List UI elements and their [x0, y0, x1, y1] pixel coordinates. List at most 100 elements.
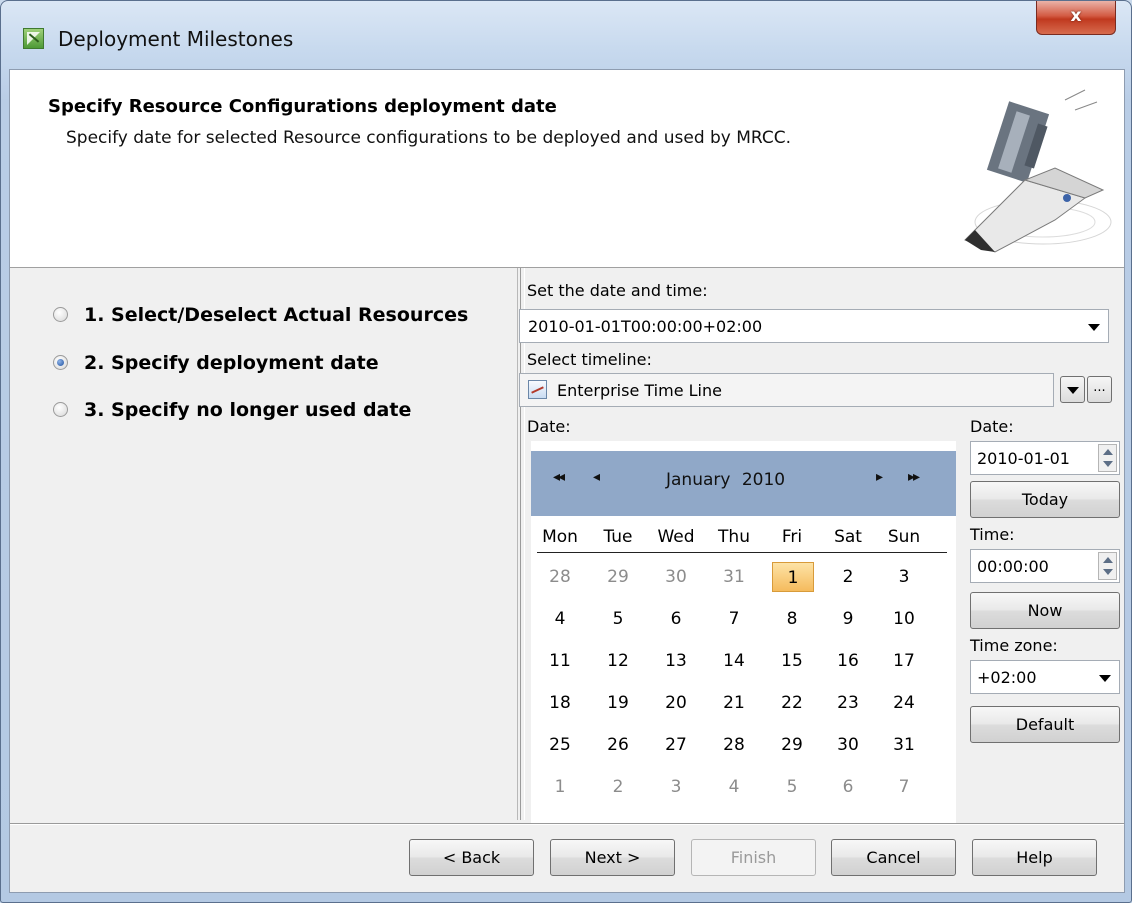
next-month-icon[interactable]: ▸: [876, 469, 883, 485]
step-3-radio[interactable]: [53, 402, 68, 417]
calendar-day[interactable]: 2: [828, 562, 868, 592]
day-name-mon: Mon: [542, 527, 578, 547]
calendar-day[interactable]: 13: [656, 646, 696, 676]
calendar-day[interactable]: 24: [884, 688, 924, 718]
calendar-day[interactable]: 27: [656, 730, 696, 760]
app-icon: [23, 28, 44, 49]
calendar-month-year: January 2010: [666, 470, 785, 490]
step-1-radio[interactable]: [53, 307, 68, 322]
calendar-day[interactable]: 28: [714, 730, 754, 760]
cancel-button[interactable]: Cancel: [831, 839, 956, 876]
now-button[interactable]: Now: [970, 592, 1120, 629]
timeline-combo[interactable]: Enterprise Time Line: [519, 373, 1054, 407]
finish-button[interactable]: Finish: [691, 839, 816, 876]
day-name-sun: Sun: [887, 527, 921, 547]
calendar-day[interactable]: 31: [714, 562, 754, 592]
timezone-label: Time zone:: [970, 636, 1058, 655]
prev-year-icon[interactable]: ◂◂: [553, 469, 565, 485]
today-button[interactable]: Today: [970, 481, 1120, 518]
date-spinner-value: 2010-01-01: [977, 449, 1070, 468]
calendar-year: 2010: [741, 470, 786, 490]
calendar-day[interactable]: 3: [656, 772, 696, 802]
datetime-combo[interactable]: 2010-01-01T00:00:00+02:00: [519, 309, 1109, 343]
day-name-fri: Fri: [781, 527, 803, 547]
calendar: ◂◂ ◂ January 2010 ▸ ▸▸ Mon Tue Wed Thu Fri Sa…: [531, 441, 956, 824]
calendar-day[interactable]: 9: [828, 604, 868, 634]
day-name-thu: Thu: [718, 527, 750, 547]
next-year-icon[interactable]: ▸▸: [908, 469, 920, 485]
calendar-day[interactable]: 7: [884, 772, 924, 802]
calendar-day[interactable]: 30: [828, 730, 868, 760]
calendar-day[interactable]: 18: [540, 688, 580, 718]
calendar-day-selected[interactable]: 1: [772, 562, 814, 592]
timeline-dropdown-button[interactable]: [1060, 376, 1085, 403]
calendar-day[interactable]: 11: [540, 646, 580, 676]
wizard-header: Specify Resource Configurations deployme…: [10, 70, 1124, 268]
calendar-day[interactable]: 26: [598, 730, 638, 760]
calendar-day[interactable]: 4: [540, 604, 580, 634]
time-spinner-field[interactable]: 00:00:00: [970, 549, 1120, 583]
header-title: Specify Resource Configurations deployme…: [48, 96, 557, 117]
day-name-sat: Sat: [834, 527, 862, 547]
calendar-day[interactable]: 17: [884, 646, 924, 676]
close-button[interactable]: x: [1036, 1, 1116, 35]
timezone-combo[interactable]: +02:00: [970, 660, 1120, 694]
calendar-day[interactable]: 14: [714, 646, 754, 676]
calendar-day[interactable]: 10: [884, 604, 924, 634]
step-1-label: 1. Select/Deselect Actual Resources: [84, 304, 469, 326]
calendar-day[interactable]: 5: [772, 772, 812, 802]
calendar-day[interactable]: 30: [656, 562, 696, 592]
time-spinner-arrows-icon[interactable]: [1098, 552, 1117, 580]
window-title: Deployment Milestones: [58, 27, 294, 51]
calendar-day[interactable]: 6: [828, 772, 868, 802]
back-button[interactable]: < Back: [409, 839, 534, 876]
help-button[interactable]: Help: [972, 839, 1097, 876]
side-time-label: Time:: [970, 525, 1015, 544]
side-date-label: Date:: [970, 417, 1014, 436]
calendar-day[interactable]: 21: [714, 688, 754, 718]
calendar-day[interactable]: 7: [714, 604, 754, 634]
calendar-day[interactable]: 23: [828, 688, 868, 718]
calendar-day[interactable]: 16: [828, 646, 868, 676]
day-name-wed: Wed: [657, 527, 695, 547]
calendar-day[interactable]: 12: [598, 646, 638, 676]
timeline-more-button[interactable]: ...: [1087, 376, 1112, 403]
calendar-day[interactable]: 31: [884, 730, 924, 760]
chevron-down-icon[interactable]: [1099, 675, 1111, 682]
calendar-day[interactable]: 29: [772, 730, 812, 760]
next-button[interactable]: Next >: [550, 839, 675, 876]
timeline-label: Select timeline:: [527, 350, 652, 369]
space-shuttle-image: [964, 89, 1112, 253]
calendar-day[interactable]: 15: [772, 646, 812, 676]
header-description: Specify date for selected Resource confi…: [66, 128, 792, 148]
calendar-day[interactable]: 3: [884, 562, 924, 592]
calendar-day[interactable]: 20: [656, 688, 696, 718]
chevron-down-icon: [1067, 387, 1079, 394]
calendar-day[interactable]: 5: [598, 604, 638, 634]
step-2-label: 2. Specify deployment date: [84, 352, 379, 374]
calendar-month: January: [666, 470, 731, 490]
title-bar[interactable]: Deployment Milestones x: [1, 1, 1131, 69]
calendar-day[interactable]: 1: [540, 772, 580, 802]
date-spinner-arrows-icon[interactable]: [1098, 444, 1117, 472]
calendar-day[interactable]: 6: [656, 604, 696, 634]
calendar-day[interactable]: 29: [598, 562, 638, 592]
calendar-day[interactable]: 22: [772, 688, 812, 718]
button-bar: < Back Next > Finish Cancel Help: [10, 823, 1124, 894]
chevron-down-icon[interactable]: [1088, 324, 1100, 331]
calendar-day[interactable]: 4: [714, 772, 754, 802]
calendar-day[interactable]: 28: [540, 562, 580, 592]
calendar-day[interactable]: 8: [772, 604, 812, 634]
timeline-icon: [528, 380, 547, 399]
default-button[interactable]: Default: [970, 706, 1120, 743]
splitter[interactable]: [520, 268, 525, 820]
timezone-value: +02:00: [977, 668, 1037, 687]
calendar-day[interactable]: 2: [598, 772, 638, 802]
calendar-day[interactable]: 25: [540, 730, 580, 760]
step-3-label: 3. Specify no longer used date: [84, 399, 412, 421]
dialog-content: Specify Resource Configurations deployme…: [9, 69, 1125, 893]
calendar-day[interactable]: 19: [598, 688, 638, 718]
prev-month-icon[interactable]: ◂: [593, 469, 600, 485]
date-spinner-field[interactable]: 2010-01-01: [970, 441, 1120, 475]
step-2-radio[interactable]: [53, 355, 68, 370]
